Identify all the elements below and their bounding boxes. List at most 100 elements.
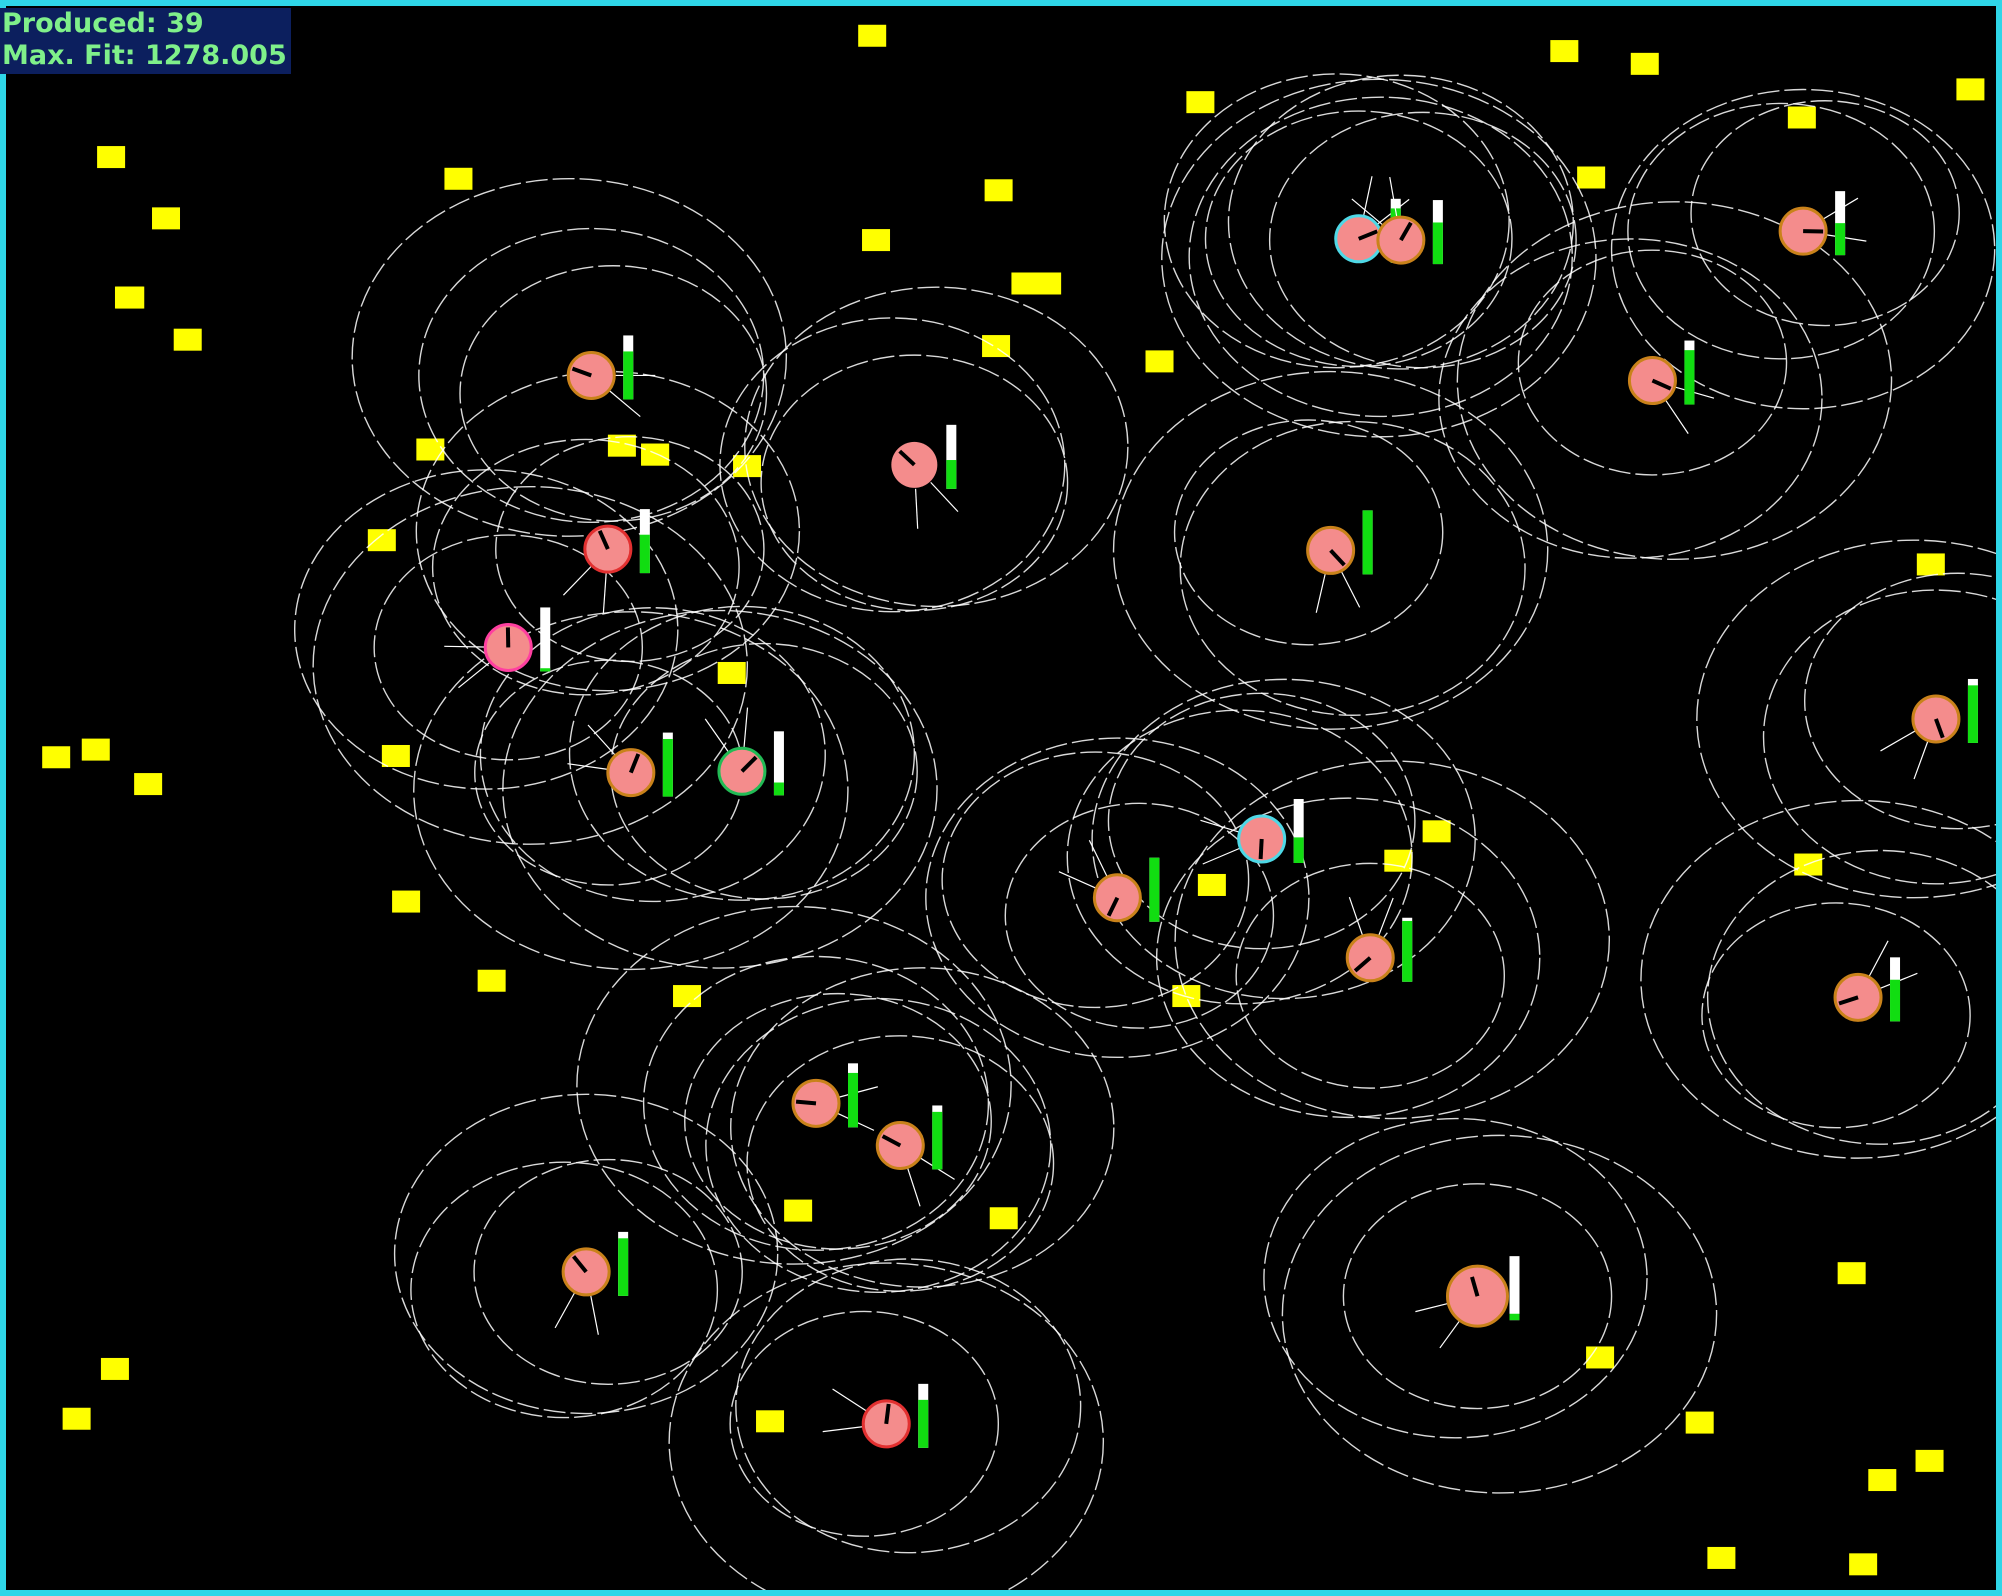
agent-sensor-line <box>590 1295 599 1335</box>
food-pellet <box>1550 40 1579 63</box>
agent-sensor-line <box>704 718 729 752</box>
food-pellet <box>1630 52 1659 75</box>
food-pellet <box>1577 166 1606 189</box>
energy-bar-level <box>918 1399 929 1448</box>
sensor-range-circle <box>1804 572 1996 830</box>
agent <box>1058 839 1160 923</box>
agent-sensor-line <box>914 488 919 529</box>
food-pellet <box>444 167 473 190</box>
food-pellet <box>100 1357 129 1380</box>
agent <box>1627 340 1715 434</box>
energy-bar-level <box>848 1072 859 1128</box>
energy-bar-level <box>1362 510 1373 575</box>
food-pellet <box>641 443 670 466</box>
agent-sensor-line <box>1348 897 1363 936</box>
food-pellet <box>81 738 110 761</box>
food-pellet <box>381 744 410 767</box>
food-pellet <box>1145 350 1174 373</box>
energy-bar-level <box>1149 857 1160 922</box>
max-fitness-stat: Max. Fit: 1278.005 <box>2 40 287 72</box>
sensor-range-circle <box>1179 420 1526 716</box>
sensor-range-circle <box>1161 78 1597 438</box>
agent-sensor-line <box>907 1168 921 1207</box>
agent-sensor-line <box>587 724 616 756</box>
agent-sensor-line <box>1200 819 1239 833</box>
energy-bar-level <box>623 351 634 400</box>
agent <box>1345 897 1413 983</box>
food-pellet <box>114 286 143 309</box>
agent-sensor-line <box>1202 847 1240 865</box>
simulation-viewport[interactable] <box>0 0 2002 1596</box>
sensor-range-layer <box>293 73 1996 1590</box>
energy-bar-level <box>1402 920 1413 982</box>
agent-sensor-line <box>839 1086 878 1098</box>
agent-sensor-line <box>1665 400 1689 434</box>
energy-bar-level <box>618 1238 629 1296</box>
agent-sensor-line <box>1880 730 1916 752</box>
food-pellet <box>416 438 445 461</box>
agent <box>891 424 959 529</box>
produced-stat: Produced: 39 <box>2 8 287 40</box>
sensor-range-circle <box>1163 73 1510 369</box>
agent-sensor-line <box>1088 839 1108 877</box>
energy-bar-level <box>1684 350 1695 405</box>
agent-sensor-line <box>1340 571 1361 608</box>
food-layer <box>42 24 1985 1576</box>
sensor-range-circle <box>410 1161 719 1419</box>
energy-bar-level <box>946 460 957 489</box>
agent <box>1833 940 1918 1022</box>
food-pellet <box>1787 106 1816 129</box>
food-pellet <box>858 24 887 47</box>
sensor-range-circle <box>1690 100 1960 327</box>
agent <box>1415 1256 1520 1349</box>
agent <box>566 335 656 418</box>
max-fit-value: 1278.005 <box>144 40 287 71</box>
food-pellet <box>1197 873 1226 896</box>
agent <box>1778 191 1867 256</box>
energy-bar-level <box>932 1111 943 1170</box>
world-canvas[interactable] <box>6 6 1996 1590</box>
sensor-range-circle <box>431 438 740 696</box>
energy-bar-level <box>1432 222 1443 265</box>
food-pellet <box>1422 820 1451 843</box>
agent-sensor-line <box>1058 871 1096 889</box>
food-pellet <box>1186 91 1215 114</box>
agent <box>1200 798 1304 865</box>
food-pellet <box>1916 553 1945 576</box>
agent <box>704 707 784 796</box>
energy-bar-track <box>1509 1256 1520 1321</box>
agent-layer <box>444 176 1978 1449</box>
agent <box>1306 510 1373 613</box>
food-pellet <box>717 661 746 684</box>
food-pellet <box>673 985 702 1008</box>
sensor-range-circle <box>735 1258 1082 1554</box>
energy-bar-track <box>540 607 551 672</box>
sensor-range-circle <box>730 967 1115 1288</box>
energy-bar-level <box>639 534 650 574</box>
food-pellet <box>989 1207 1018 1230</box>
energy-bar-level <box>1293 837 1304 863</box>
agent-heading-pointer <box>795 1099 817 1106</box>
food-pellet <box>1837 1262 1866 1285</box>
agent <box>791 1063 878 1131</box>
max-fit-label: Max. Fit: <box>2 40 136 71</box>
energy-bar-level <box>662 738 673 797</box>
agent-sensor-line <box>822 1426 863 1433</box>
agent <box>1880 678 1978 780</box>
food-pellet <box>392 890 421 913</box>
food-pellet <box>1707 1546 1736 1569</box>
food-pellet <box>1915 1449 1944 1472</box>
sensor-range-circle <box>1438 238 1823 559</box>
sensor-range-circle <box>1701 902 1971 1129</box>
food-pellet <box>784 1199 813 1222</box>
agent-sensor-line <box>1378 897 1394 936</box>
agent-heading-pointer <box>1258 838 1264 860</box>
food-pellet <box>1849 1553 1878 1576</box>
sensor-range-circle <box>351 177 788 537</box>
food-pellet <box>1868 1469 1897 1492</box>
food-pellet <box>62 1407 91 1430</box>
energy-bar-level <box>773 782 784 796</box>
produced-label: Produced: <box>2 8 157 39</box>
energy-bar-level <box>1835 223 1846 256</box>
agent-sensor-line <box>743 707 749 748</box>
